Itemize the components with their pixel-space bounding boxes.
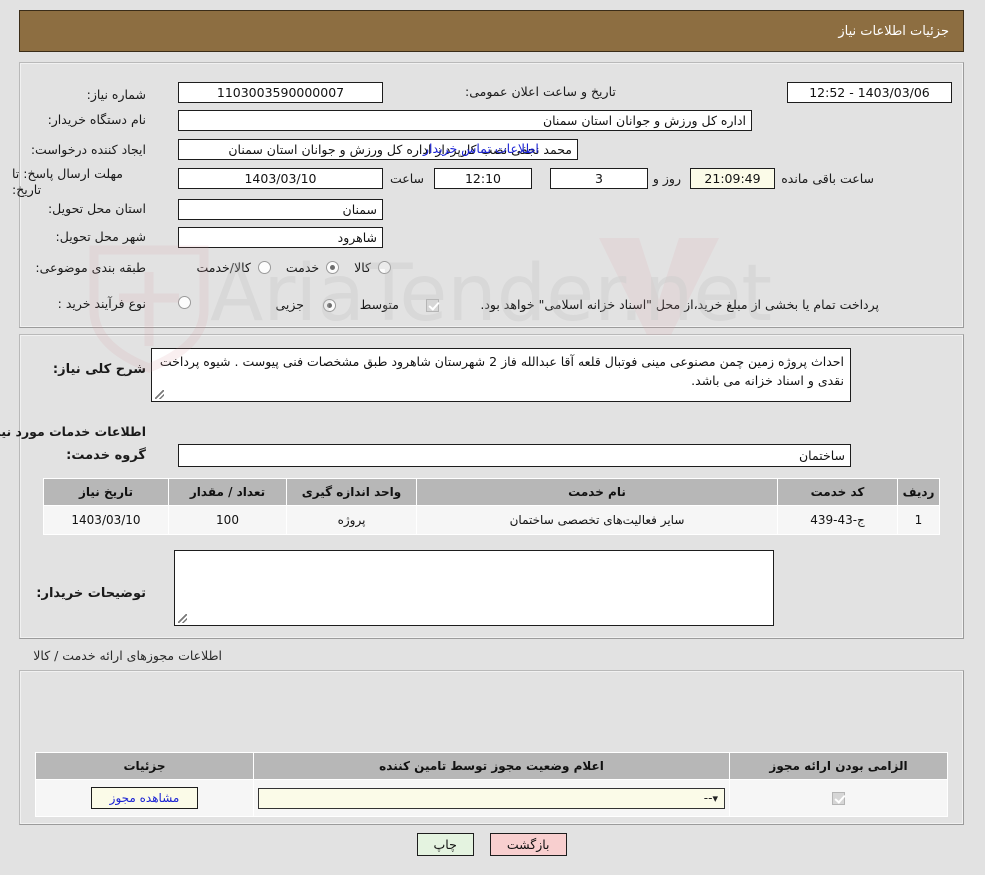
buyer-org-field[interactable]: اداره کل ورزش و جوانان استان سمنان <box>179 110 753 131</box>
general-desc-label: شرح کلی نیاز: <box>53 362 147 377</box>
th-row: ردیف <box>898 478 941 506</box>
permits-table-header-row: الزامی بودن ارائه مجوز اعلام وضعیت مجوز … <box>36 752 949 780</box>
print-button[interactable]: چاپ <box>417 833 475 856</box>
checkbox-permit-required <box>833 792 846 805</box>
chevron-down-icon: ▾ <box>713 791 719 805</box>
hour-label: ساعت <box>390 171 425 186</box>
days-label: روز و <box>653 171 682 186</box>
radio-label-category-1: خدمت <box>286 260 321 275</box>
cell-row: 1 <box>898 505 941 535</box>
province-label: استان محل تحویل: <box>48 201 147 216</box>
footer-button-bar: بازگشت چاپ <box>0 833 985 856</box>
view-permit-button[interactable]: مشاهده مجوز <box>91 787 200 809</box>
treasury-note: پرداخت تمام یا بخشی از مبلغ خرید،از محل … <box>481 297 880 312</box>
service-group-field[interactable]: ساختمان <box>179 444 852 467</box>
deadline-time-field[interactable]: 12:10 <box>435 168 533 189</box>
cell-unit: پروژه <box>287 505 418 535</box>
radio-category-kala-khedmat[interactable] <box>258 261 272 274</box>
city-label: شهر محل تحویل: <box>56 229 147 244</box>
table-row: ▾ -- مشاهده مجوز <box>36 779 949 817</box>
remaining-label: ساعت باقی مانده <box>782 171 875 186</box>
th-qty: تعداد / مقدار <box>169 478 288 506</box>
province-field[interactable]: سمنان <box>179 199 384 220</box>
buyer-notes-textarea[interactable] <box>175 550 775 626</box>
need-number-label: شماره نیاز: <box>87 86 147 102</box>
page-root: AriaTender.net جزئیات اطلاعات نیاز شماره… <box>0 0 985 875</box>
category-radio-group: کالا خدمت کالا/خدمت <box>187 260 395 275</box>
th-permit-details: جزئیات <box>36 752 255 780</box>
city-field[interactable]: شاهرود <box>179 227 384 248</box>
page-title-bar: جزئیات اطلاعات نیاز <box>20 10 965 52</box>
radio-purchase-jozi[interactable] <box>179 296 192 309</box>
deadline-label: مهلت ارسال پاسخ: تا تاریخ: <box>13 166 124 197</box>
table-row: 1 ج-43-439 سایر فعالیت‌های تخصصی ساختمان… <box>44 505 941 535</box>
radio-label-purchase-0: جزیی <box>276 297 305 312</box>
permits-table: الزامی بودن ارائه مجوز اعلام وضعیت مجوز … <box>36 752 949 817</box>
checkbox-islamic-treasury[interactable] <box>427 299 440 312</box>
th-permit-required: الزامی بودن ارائه مجوز <box>730 752 949 780</box>
cell-date: 1403/03/10 <box>44 505 170 535</box>
buyer-contact-link[interactable]: اطلاعات تماس خریدار <box>420 141 544 156</box>
service-group-label: گروه خدمت: <box>67 448 147 463</box>
cell-code: ج-43-439 <box>778 505 899 535</box>
radio-label-category-0: کالا <box>355 260 372 275</box>
radio-category-khedmat[interactable] <box>327 261 341 274</box>
permits-section-title: اطلاعات مجوزهای ارائه خدمت / کالا <box>34 648 223 663</box>
category-label: طبقه بندی موضوعی: <box>36 260 147 275</box>
purchase-type-label: نوع فرآیند خرید : <box>58 296 147 311</box>
radio-label-category-2: کالا/خدمت <box>197 260 252 275</box>
th-date: تاریخ نیاز <box>44 478 170 506</box>
need-number-field[interactable]: 1103003590000007 <box>179 82 384 103</box>
public-announce-field[interactable]: 1403/03/06 - 12:52 <box>788 82 953 103</box>
permit-status-value: -- <box>704 791 714 805</box>
th-permit-status: اعلام وضعیت مجوز توسط تامین کننده <box>254 752 731 780</box>
cell-name: سایر فعالیت‌های تخصصی ساختمان <box>417 505 779 535</box>
public-announce-label: تاریخ و ساعت اعلان عمومی: <box>466 84 617 99</box>
cell-qty: 100 <box>169 505 288 535</box>
cell-permit-required <box>730 779 949 817</box>
deadline-date-field[interactable]: 1403/03/10 <box>179 168 384 189</box>
days-remaining-field[interactable]: 3 <box>551 168 649 189</box>
back-button[interactable]: بازگشت <box>490 833 568 856</box>
th-unit: واحد اندازه گیری <box>287 478 418 506</box>
services-table-header-row: ردیف کد خدمت نام خدمت واحد اندازه گیری ت… <box>44 478 941 506</box>
general-desc-textarea[interactable]: احداث پروژه زمین چمن مصنوعی مینی فوتبال … <box>152 348 852 402</box>
radio-label-purchase-1: متوسط <box>360 297 400 312</box>
services-table: ردیف کد خدمت نام خدمت واحد اندازه گیری ت… <box>44 478 941 535</box>
purchase-type-radio-group-left <box>176 296 195 309</box>
th-name: نام خدمت <box>417 478 779 506</box>
buyer-notes-label: توضیحات خریدار: <box>37 586 147 601</box>
countdown-timer-field: 21:09:49 <box>691 168 776 189</box>
creator-label: ایجاد کننده درخواست: <box>31 142 147 157</box>
radio-purchase-motevasset[interactable] <box>324 299 337 312</box>
th-code: کد خدمت <box>778 478 899 506</box>
cell-permit-details: مشاهده مجوز <box>36 779 255 817</box>
page-title: جزئیات اطلاعات نیاز <box>839 23 950 39</box>
permit-status-select[interactable]: ▾ -- <box>259 787 726 809</box>
cell-permit-status: ▾ -- <box>254 779 731 817</box>
radio-category-kala[interactable] <box>379 261 392 274</box>
services-info-title: اطلاعات خدمات مورد نیاز <box>0 424 147 439</box>
row-need-number: شماره نیاز: <box>82 82 147 106</box>
buyer-org-label: نام دستگاه خریدار: <box>48 112 147 127</box>
